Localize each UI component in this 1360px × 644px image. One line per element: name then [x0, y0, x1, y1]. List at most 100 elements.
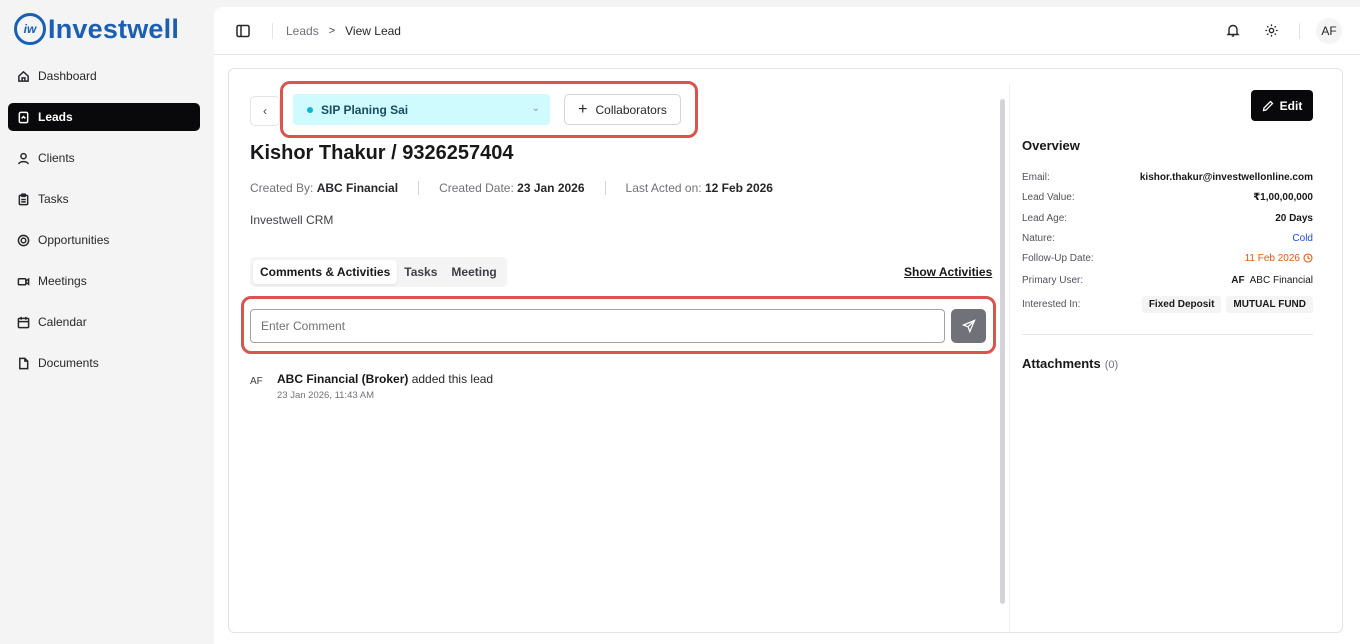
lead-age-label: Lead Age: — [1022, 212, 1068, 224]
primary-user-value: AF ABC Financial — [1231, 275, 1313, 286]
comment-input[interactable] — [250, 309, 945, 343]
attachments-title[interactable]: Attachments (0) — [1022, 356, 1118, 371]
divider — [1299, 23, 1300, 39]
interest-chip: MUTUAL FUND — [1226, 295, 1313, 313]
overview-title: Overview — [1022, 138, 1080, 153]
sidebar-item-label: Calendar — [38, 315, 87, 329]
top-bar: Leads > View Lead AF — [214, 7, 1360, 55]
sidebar-item-label: Opportunities — [38, 233, 110, 247]
overview-row-lead-value: Lead Value: ₹1,00,00,000 — [1022, 189, 1313, 205]
divider — [604, 181, 606, 195]
overview-row-email: Email: kishor.thakur@investwellonline.co… — [1022, 169, 1313, 185]
created-date-label: Created Date: — [439, 181, 514, 195]
divider — [1009, 84, 1010, 632]
plus-icon: + — [578, 100, 588, 118]
lead-meta: Created By: ABC Financial Created Date: … — [250, 181, 773, 195]
sidebar-item-label: Leads — [38, 110, 73, 124]
sidebar-item-label: Meetings — [38, 274, 87, 288]
tab-tasks[interactable]: Tasks — [397, 260, 444, 284]
activity-tabs: Comments & Activities Tasks Meeting — [250, 257, 507, 287]
edit-label: Edit — [1279, 98, 1303, 113]
calendar-icon — [16, 315, 30, 329]
video-icon — [16, 274, 30, 288]
brand-name: Investwell — [48, 13, 180, 44]
breadcrumb: Leads > View Lead — [286, 24, 401, 38]
breadcrumb-leads[interactable]: Leads — [286, 24, 319, 38]
email-value: kishor.thakur@investwellonline.com — [1139, 171, 1313, 183]
sidebar-item-calendar[interactable]: Calendar — [8, 308, 200, 336]
attachments-label: Attachments — [1022, 356, 1101, 371]
stage-dot-icon — [307, 106, 313, 113]
sidebar-item-dashboard[interactable]: Dashboard — [8, 62, 200, 90]
sidebar-item-leads[interactable]: Leads — [8, 103, 200, 131]
send-button[interactable] — [951, 309, 986, 343]
gear-icon[interactable] — [1264, 23, 1279, 41]
nature-value: Cold — [1292, 232, 1313, 244]
sidebar-item-meetings[interactable]: Meetings — [8, 267, 200, 295]
home-icon — [16, 69, 30, 83]
chevron-left-icon: ‹ — [263, 104, 267, 118]
interested-in-chips: Fixed Deposit MUTUAL FUND — [1137, 295, 1313, 313]
follow-up-value: 11 Feb 2026 — [1245, 253, 1313, 264]
activity-action: added this lead — [411, 372, 494, 386]
sidebar-item-opportunities[interactable]: Opportunities — [8, 226, 200, 254]
show-activities-link[interactable]: Show Activities — [904, 265, 992, 279]
interested-in-label: Interested In: — [1022, 298, 1081, 310]
divider — [1022, 334, 1313, 335]
user-icon — [16, 151, 30, 165]
lead-age-value: 20 Days — [1275, 212, 1313, 224]
sidebar-item-label: Tasks — [38, 192, 69, 206]
breadcrumb-separator: > — [328, 25, 336, 37]
collaborators-label: Collaborators — [595, 102, 667, 117]
main-panel: Leads > View Lead AF ‹ SIP Planing Sai ⌄… — [214, 7, 1360, 644]
edit-button[interactable]: Edit — [1251, 90, 1313, 121]
divider — [418, 181, 420, 195]
divider — [272, 23, 273, 39]
stage-label: SIP Planing Sai — [321, 102, 409, 117]
bell-icon[interactable] — [1226, 23, 1240, 41]
primary-user-name: ABC Financial — [1249, 274, 1313, 286]
overview-row-interested-in: Interested In: Fixed Deposit MUTUAL FUND — [1022, 295, 1313, 313]
lead-title: Kishor Thakur / 9326257404 — [250, 142, 514, 164]
lead-detail-card: ‹ SIP Planing Sai ⌄ + Collaborators Kish… — [228, 68, 1343, 633]
follow-up-date: 11 Feb 2026 — [1244, 252, 1300, 264]
activity-avatar: AF — [250, 376, 263, 387]
attachments-count: (0) — [1104, 359, 1119, 371]
tab-comments-activities[interactable]: Comments & Activities — [253, 260, 398, 284]
sidebar-item-tasks[interactable]: Tasks — [8, 185, 200, 213]
sidebar-item-label: Clients — [38, 151, 75, 165]
lead-value-value: ₹1,00,00,000 — [1253, 191, 1313, 203]
breadcrumb-current: View Lead — [345, 24, 401, 38]
created-by-label: Created By: — [250, 181, 314, 195]
collaborators-button[interactable]: + Collaborators — [564, 94, 681, 125]
tab-meeting[interactable]: Meeting — [444, 260, 503, 284]
sidebar-item-clients[interactable]: Clients — [8, 144, 200, 172]
activity-time: 23 Jan 2026, 11:43 AM — [277, 390, 375, 401]
sidebar-toggle-icon[interactable] — [236, 24, 250, 38]
interest-chip: Fixed Deposit — [1141, 295, 1222, 313]
sidebar-item-label: Dashboard — [38, 69, 97, 83]
back-button[interactable]: ‹ — [250, 96, 280, 126]
overview-row-nature: Nature: Cold — [1022, 230, 1313, 246]
sidebar: iw Investwell Dashboard Leads Clients Ta… — [0, 0, 212, 644]
file-icon — [16, 110, 30, 124]
user-avatar[interactable]: AF — [1316, 18, 1342, 44]
scroll-thumb[interactable] — [1000, 99, 1005, 604]
sidebar-item-label: Documents — [38, 356, 99, 370]
activity-actor: ABC Financial (Broker) — [277, 372, 409, 386]
clock-icon — [1303, 253, 1313, 263]
chevron-down-icon: ⌄ — [531, 103, 540, 114]
stage-select[interactable]: SIP Planing Sai ⌄ — [293, 94, 550, 125]
document-icon — [16, 356, 30, 370]
email-label: Email: — [1022, 171, 1050, 183]
brand-logo[interactable]: iw Investwell — [14, 13, 179, 45]
sidebar-item-documents[interactable]: Documents — [8, 349, 200, 377]
pencil-icon — [1262, 100, 1274, 111]
logo-mark-icon: iw — [14, 13, 46, 45]
scrollbar[interactable] — [1000, 89, 1005, 629]
created-by-value: ABC Financial — [316, 181, 399, 195]
primary-user-label: Primary User: — [1022, 274, 1084, 286]
overview-row-primary-user: Primary User: AF ABC Financial — [1022, 272, 1313, 288]
overview-row-lead-age: Lead Age: 20 Days — [1022, 210, 1313, 226]
nature-label: Nature: — [1022, 232, 1055, 244]
